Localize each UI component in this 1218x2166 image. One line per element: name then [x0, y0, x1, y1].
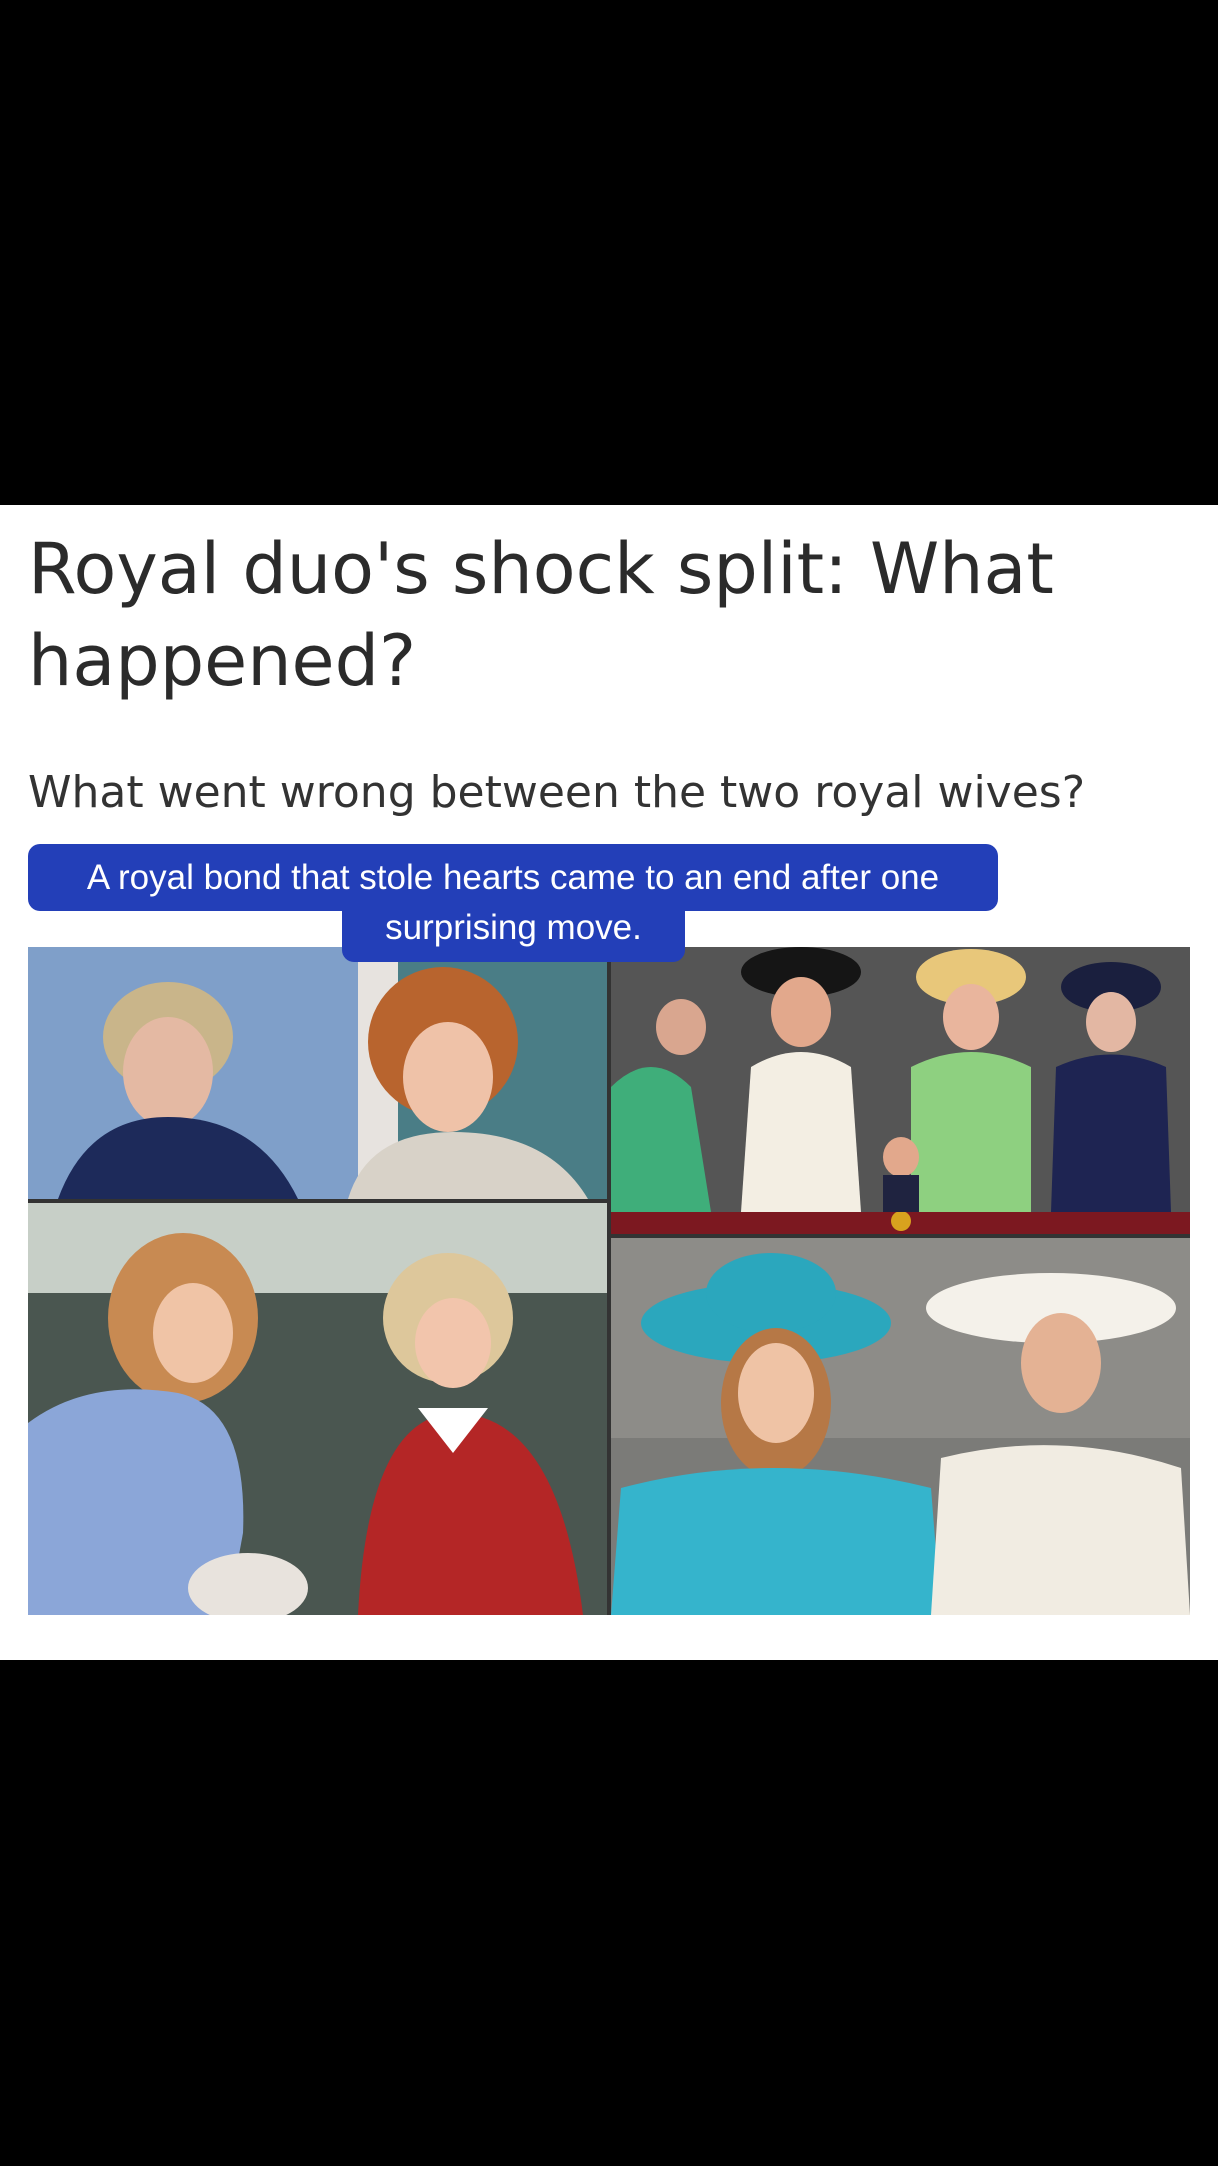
caption-text-line2: surprising move.	[385, 908, 642, 947]
photo-two-women-chatting-bottom-left	[28, 1203, 607, 1615]
article-headline[interactable]: Royal duo's shock split: What happened?	[28, 523, 1188, 707]
photo-royal-balcony-hats-top-right	[611, 947, 1190, 1234]
article-subheadline: What went wrong between the two royal wi…	[28, 767, 1086, 818]
photo-collage[interactable]	[28, 947, 1190, 1615]
photo-women-in-hats-bottom-right	[611, 1238, 1190, 1615]
top-black-bar	[0, 0, 1218, 505]
caption-text-line1: A royal bond that stole hearts came to a…	[86, 858, 940, 897]
article-card[interactable]: Royal duo's shock split: What happened? …	[0, 505, 1218, 1660]
photo-two-women-outdoors-top-left	[28, 947, 607, 1199]
bottom-black-bar	[0, 1660, 1218, 2166]
caption-banner-continuation: surprising move.	[342, 900, 685, 962]
